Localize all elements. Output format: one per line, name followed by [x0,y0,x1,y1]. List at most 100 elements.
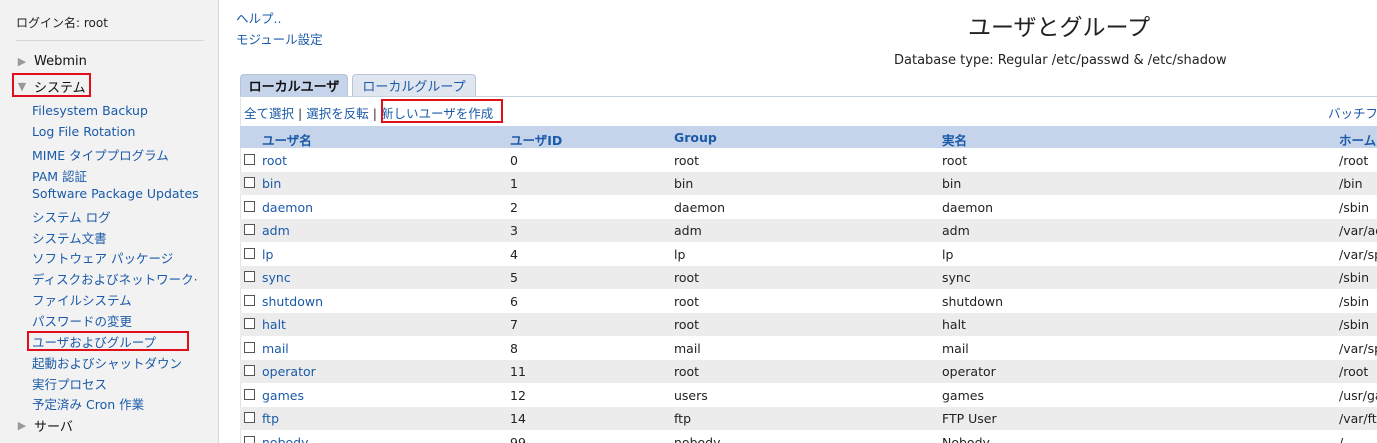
sidebar: ログイン名: root ▶ Webmin ▼ システム Filesystem B… [0,0,219,443]
group-cell: daemon [674,200,726,215]
group-cell: root [674,317,700,332]
uid-cell: 3 [510,223,518,238]
sidebar-item-mime[interactable]: MIME タイププログラム [32,145,169,164]
username-link[interactable]: root [262,153,287,168]
column-header-group[interactable]: Group [674,130,717,145]
sidebar-item-processes[interactable]: 実行プロセス [32,374,107,393]
row-checkbox[interactable] [244,318,255,329]
uid-cell: 5 [510,270,518,285]
group-cell: nobody [674,435,721,443]
sidebar-item-package-updates[interactable]: Software Package Updates [32,186,199,201]
invert-selection-link[interactable]: 選択を反転 [306,106,369,121]
select-all-link[interactable]: 全て選択 [244,106,294,121]
sidebar-item-change-password[interactable]: パスワードの変更 [32,311,132,330]
highlight-box-system [12,73,91,97]
uid-cell: 4 [510,247,518,262]
row-checkbox[interactable] [244,154,255,165]
sidebar-category-webmin[interactable]: ▶ Webmin [16,52,87,70]
separator: | [372,106,377,121]
sidebar-item-filesystem-backup[interactable]: Filesystem Backup [32,103,148,118]
group-cell: users [674,388,708,403]
home-cell: /sbin [1339,200,1370,215]
module-config-link[interactable]: モジュール設定 [236,29,323,48]
login-label: ログイン名: root [16,16,108,30]
username-link[interactable]: halt [262,317,286,332]
column-header-home[interactable]: ホーム [1339,130,1376,149]
table-row: halt 7 root halt /sbin [240,313,1377,336]
help-link[interactable]: ヘルプ.. [236,8,281,27]
row-checkbox[interactable] [244,342,255,353]
table-row: games 12 users games /usr/ga [240,384,1377,407]
realname-cell: mail [942,341,969,356]
home-cell: /bin [1339,176,1363,191]
sidebar-item-cron[interactable]: 予定済み Cron 作業 [32,394,144,413]
column-header-realname[interactable]: 実名 [942,130,967,149]
group-cell: root [674,364,700,379]
webmin-users-groups-page: ログイン名: root ▶ Webmin ▼ システム Filesystem B… [0,0,1377,443]
home-cell: / [1339,435,1344,443]
column-header-username[interactable]: ユーザ名 [262,130,312,149]
sidebar-item-system-docs[interactable]: システム文書 [32,228,107,247]
username-link[interactable]: ftp [262,411,279,426]
table-row: nobody 99 nobody Nobody / [240,431,1377,443]
page-title: ユーザとグループ [968,15,1151,41]
row-checkbox[interactable] [244,436,255,443]
realname-cell: sync [942,270,971,285]
sidebar-item-log-rotation[interactable]: Log File Rotation [32,124,135,139]
batch-link[interactable]: バッチフ [1328,103,1377,122]
username-link[interactable]: nobody [262,435,308,443]
group-cell: lp [674,247,686,262]
row-checkbox[interactable] [244,295,255,306]
sidebar-item-pam[interactable]: PAM 認証 [32,166,87,185]
row-checkbox[interactable] [244,248,255,259]
username-link[interactable]: shutdown [262,294,323,309]
table-row: lp 4 lp lp /var/sp [240,243,1377,266]
table-header: ユーザ名 ユーザID Group 実名 ホーム [240,126,1377,148]
row-checkbox[interactable] [244,224,255,235]
tab-local-groups[interactable]: ローカルグループ [352,74,476,96]
uid-cell: 1 [510,176,518,191]
sidebar-category-label: サーバ [34,419,73,435]
username-link[interactable]: daemon [262,200,313,215]
row-checkbox[interactable] [244,365,255,376]
username-link[interactable]: mail [262,341,289,356]
table-row: ftp 14 ftp FTP User /var/ftp [240,407,1377,430]
row-checkbox[interactable] [244,271,255,282]
table-row: daemon 2 daemon daemon /sbin [240,196,1377,219]
sidebar-item-boot-shutdown[interactable]: 起動およびシャットダウン [32,353,182,372]
realname-cell: shutdown [942,294,1003,309]
sidebar-item-system-log[interactable]: システム ログ [32,207,111,226]
realname-cell: daemon [942,200,994,215]
column-header-uid[interactable]: ユーザID [510,130,562,149]
uid-cell: 0 [510,153,518,168]
home-cell: /var/sp [1339,247,1377,262]
home-cell: /usr/ga [1339,388,1377,403]
username-link[interactable]: sync [262,270,291,285]
home-cell: /root [1339,364,1369,379]
uid-cell: 12 [510,388,526,403]
sidebar-item-software-packages[interactable]: ソフトウェア パッケージ [32,248,173,267]
username-link[interactable]: lp [262,247,273,262]
group-cell: root [674,270,700,285]
tab-local-users[interactable]: ローカルユーザ [240,74,348,96]
username-link[interactable]: operator [262,364,316,379]
home-cell: /sbin [1339,317,1370,332]
sidebar-category-server[interactable]: ▶ サーバ [16,416,73,435]
row-checkbox[interactable] [244,201,255,212]
row-checkbox[interactable] [244,389,255,400]
table-row: mail 8 mail mail /var/sp [240,337,1377,360]
highlight-box-users-groups [27,331,189,351]
uid-cell: 99 [510,435,526,443]
realname-cell: halt [942,317,966,332]
realname-cell: root [942,153,968,168]
row-checkbox[interactable] [244,412,255,423]
username-link[interactable]: games [262,388,304,403]
row-checkbox[interactable] [244,177,255,188]
username-link[interactable]: adm [262,223,290,238]
sidebar-item-disk-network[interactable]: ディスクおよびネットワーク· [32,269,198,288]
username-link[interactable]: bin [262,176,281,191]
uid-cell: 11 [510,364,526,379]
uid-cell: 14 [510,411,526,426]
home-cell: /root [1339,153,1369,168]
sidebar-item-filesystems[interactable]: ファイルシステム [32,290,132,309]
